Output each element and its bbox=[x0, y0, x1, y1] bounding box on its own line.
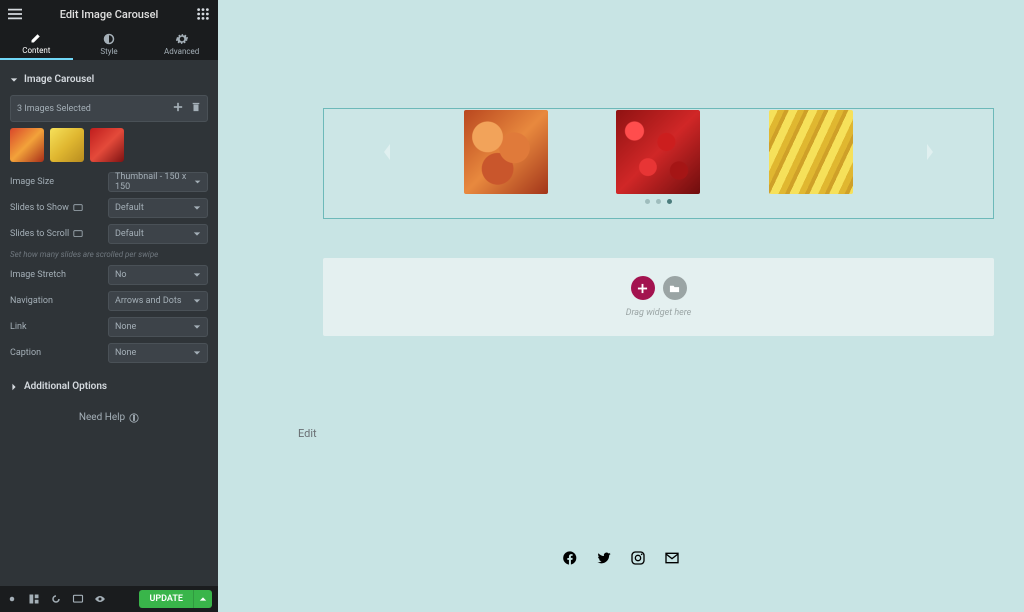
caret-down-icon bbox=[193, 323, 201, 331]
responsive-icon bbox=[73, 203, 83, 213]
select-link[interactable]: None bbox=[108, 317, 208, 337]
carousel-next-button[interactable] bbox=[921, 137, 939, 167]
settings-icon[interactable] bbox=[6, 593, 18, 605]
update-button[interactable]: UPDATE bbox=[139, 590, 193, 608]
history-icon[interactable] bbox=[50, 593, 62, 605]
facebook-icon[interactable] bbox=[562, 550, 578, 566]
sidebar-header: Edit Image Carousel bbox=[0, 0, 218, 28]
carousel-dot[interactable] bbox=[656, 199, 661, 204]
images-selector[interactable]: 3 Images Selected bbox=[10, 95, 208, 122]
caret-down-icon bbox=[193, 349, 201, 357]
tab-content[interactable]: Content bbox=[0, 28, 73, 60]
twitter-icon[interactable] bbox=[596, 550, 612, 566]
caret-down-icon bbox=[10, 76, 18, 84]
label: Slides to Scroll bbox=[10, 229, 83, 239]
caret-up-icon bbox=[199, 595, 207, 603]
thumbnail-bananas[interactable] bbox=[50, 128, 84, 162]
tab-label: Style bbox=[100, 47, 117, 56]
help-link[interactable]: Need Help bbox=[10, 412, 208, 423]
panel-body: Image Carousel 3 Images Selected Image S… bbox=[0, 60, 218, 586]
select-slides-to-scroll[interactable]: Default bbox=[108, 224, 208, 244]
update-options-button[interactable] bbox=[193, 590, 212, 608]
add-image-icon[interactable] bbox=[173, 102, 183, 112]
thumbnail-strawberries[interactable] bbox=[90, 128, 124, 162]
responsive-icon bbox=[73, 229, 83, 239]
hint-text: Set how many slides are scrolled per swi… bbox=[10, 250, 208, 259]
plus-icon bbox=[637, 283, 648, 294]
control-slides-to-scroll: Slides to Scroll Default bbox=[10, 224, 208, 244]
select-image-size[interactable]: Thumbnail - 150 x 150 bbox=[108, 172, 208, 192]
section-image-carousel[interactable]: Image Carousel bbox=[10, 68, 208, 91]
label: Navigation bbox=[10, 296, 53, 306]
info-icon bbox=[129, 413, 139, 423]
carousel-slide-peaches[interactable] bbox=[464, 110, 548, 194]
caret-down-icon bbox=[193, 230, 201, 238]
folder-icon bbox=[669, 283, 680, 294]
select-image-stretch[interactable]: No bbox=[108, 265, 208, 285]
carousel-dot[interactable] bbox=[645, 199, 650, 204]
control-image-stretch: Image Stretch No bbox=[10, 265, 208, 285]
control-slides-to-show: Slides to Show Default bbox=[10, 198, 208, 218]
responsive-icon[interactable] bbox=[72, 593, 84, 605]
menu-icon[interactable] bbox=[8, 7, 22, 21]
label: Image Stretch bbox=[10, 270, 66, 280]
control-link: Link None bbox=[10, 317, 208, 337]
label: Slides to Show bbox=[10, 203, 83, 213]
chevron-right-icon bbox=[925, 143, 935, 161]
social-icons bbox=[562, 550, 680, 566]
sidebar-footer: UPDATE bbox=[0, 586, 218, 612]
delete-images-icon[interactable] bbox=[191, 102, 201, 112]
tab-label: Advanced bbox=[164, 47, 199, 56]
tab-label: Content bbox=[22, 46, 50, 55]
email-icon[interactable] bbox=[664, 550, 680, 566]
thumbnails bbox=[10, 128, 208, 162]
carousel-prev-button[interactable] bbox=[378, 137, 396, 167]
control-caption: Caption None bbox=[10, 343, 208, 363]
carousel-slide-bananas[interactable] bbox=[769, 110, 853, 194]
editor-tabs: Content Style Advanced bbox=[0, 28, 218, 60]
carousel-dot[interactable] bbox=[667, 199, 672, 204]
select-slides-to-show[interactable]: Default bbox=[108, 198, 208, 218]
control-navigation: Navigation Arrows and Dots bbox=[10, 291, 208, 311]
caret-down-icon bbox=[194, 178, 201, 186]
widgets-icon[interactable] bbox=[196, 7, 210, 21]
style-icon bbox=[103, 33, 115, 45]
gear-icon bbox=[176, 33, 188, 45]
editor-canvas[interactable]: Drag widget here Edit bbox=[218, 0, 1024, 612]
panel-title: Edit Image Carousel bbox=[60, 8, 159, 21]
tab-style[interactable]: Style bbox=[73, 28, 146, 60]
preview-icon[interactable] bbox=[94, 593, 106, 605]
section-title: Additional Options bbox=[24, 381, 107, 392]
editor-sidebar: Edit Image Carousel Content Style Advanc… bbox=[0, 0, 218, 612]
tab-advanced[interactable]: Advanced bbox=[145, 28, 218, 60]
image-carousel-widget[interactable] bbox=[323, 108, 994, 219]
navigator-icon[interactable] bbox=[28, 593, 40, 605]
drop-hint: Drag widget here bbox=[341, 308, 976, 318]
add-section-button[interactable] bbox=[631, 276, 655, 300]
instagram-icon[interactable] bbox=[630, 550, 646, 566]
images-count: 3 Images Selected bbox=[17, 104, 91, 114]
carousel-dots bbox=[344, 199, 973, 204]
thumbnail-peaches[interactable] bbox=[10, 128, 44, 162]
label: Link bbox=[10, 322, 27, 332]
empty-section[interactable]: Drag widget here bbox=[323, 258, 994, 336]
select-navigation[interactable]: Arrows and Dots bbox=[108, 291, 208, 311]
section-additional-options[interactable]: Additional Options bbox=[10, 375, 208, 398]
caret-down-icon bbox=[193, 271, 201, 279]
caret-right-icon bbox=[10, 383, 18, 391]
label: Caption bbox=[10, 348, 41, 358]
caret-down-icon bbox=[193, 297, 201, 305]
chevron-left-icon bbox=[382, 143, 392, 161]
carousel-slide-strawberries[interactable] bbox=[616, 110, 700, 194]
caret-down-icon bbox=[193, 204, 201, 212]
section-title: Image Carousel bbox=[24, 74, 94, 85]
label: Image Size bbox=[10, 177, 54, 187]
template-library-button[interactable] bbox=[663, 276, 687, 300]
section-edit-handle[interactable]: Edit bbox=[298, 427, 317, 440]
pencil-icon bbox=[30, 32, 42, 44]
select-caption[interactable]: None bbox=[108, 343, 208, 363]
control-image-size: Image Size Thumbnail - 150 x 150 bbox=[10, 172, 208, 192]
